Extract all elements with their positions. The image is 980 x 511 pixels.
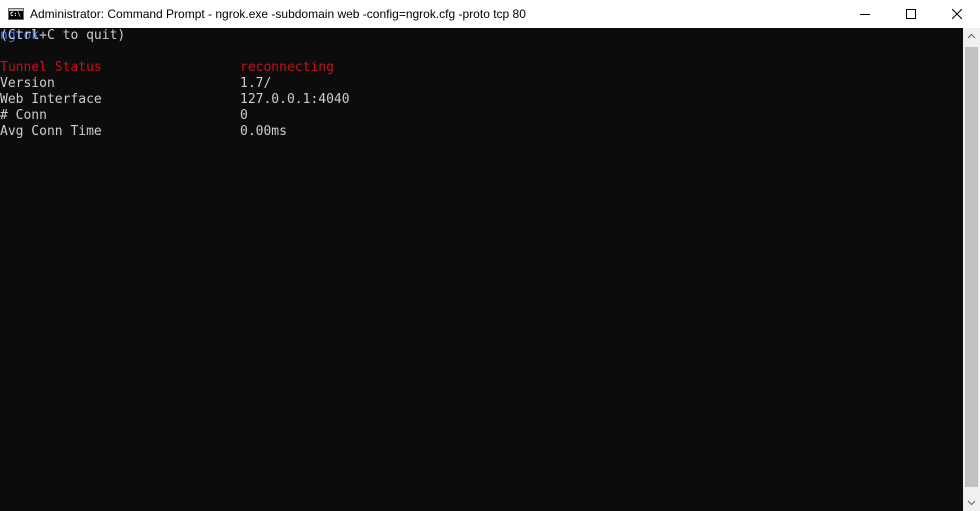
quit-hint: (Ctrl+C to quit) [0, 28, 126, 43]
minimize-button[interactable] [842, 0, 888, 28]
cmd-icon[interactable] [8, 8, 24, 20]
chevron-down-icon [967, 500, 976, 506]
web-interface-label: Web Interface [0, 92, 102, 107]
window-controls [842, 0, 980, 28]
chevron-up-icon [967, 33, 976, 39]
console-output[interactable]: ngrok (Ctrl+C to quit) Tunnel Status rec… [0, 28, 963, 511]
conn-count-label: # Conn [0, 108, 47, 123]
title-bar[interactable]: Administrator: Command Prompt - ngrok.ex… [0, 0, 980, 28]
status-value: reconnecting [240, 60, 334, 75]
scroll-thumb[interactable] [965, 47, 978, 487]
maximize-icon [906, 9, 916, 19]
version-label: Version [0, 76, 55, 91]
scroll-down-button[interactable] [963, 494, 980, 511]
minimize-icon [860, 14, 870, 15]
close-button[interactable] [934, 0, 980, 28]
version-value: 1.7/ [240, 76, 272, 91]
scroll-up-button[interactable] [963, 28, 980, 45]
window-title: Administrator: Command Prompt - ngrok.ex… [30, 7, 526, 21]
maximize-button[interactable] [888, 0, 934, 28]
avg-conn-time-label: Avg Conn Time [0, 124, 102, 139]
web-interface-value: 127.0.0.1:4040 [240, 92, 350, 107]
avg-conn-time-value: 0.00ms [240, 124, 287, 139]
vertical-scrollbar[interactable] [963, 28, 980, 511]
status-label: Tunnel Status [0, 60, 102, 75]
conn-count-value: 0 [240, 108, 248, 123]
close-icon [952, 9, 962, 19]
command-prompt-window: Administrator: Command Prompt - ngrok.ex… [0, 0, 980, 511]
